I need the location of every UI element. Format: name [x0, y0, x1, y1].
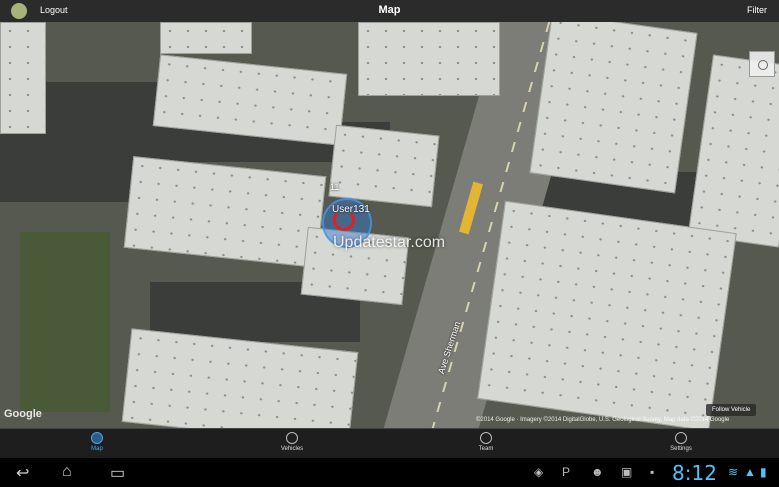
building-roof	[121, 328, 359, 428]
building-roof	[328, 124, 440, 208]
bottom-tab-bar: Map Vehicles Team Settings	[0, 428, 779, 459]
app-header: Logout Map Filter	[0, 0, 779, 22]
tab-settings[interactable]: Settings	[651, 432, 711, 452]
settings-icon	[675, 432, 687, 444]
building-roof	[160, 22, 252, 54]
clock: 8:12	[672, 461, 717, 485]
wifi-icon: ≋	[728, 465, 739, 479]
home-icon[interactable]: ⌂	[62, 463, 72, 481]
follow-vehicle-button[interactable]: Follow Vehicle	[706, 404, 757, 416]
briefcase-icon: ▪	[650, 465, 655, 479]
location-icon: ◈	[534, 465, 544, 479]
battery-icon: ▮	[760, 465, 767, 479]
back-icon[interactable]: ↩	[16, 463, 29, 483]
vegetation-area	[20, 232, 110, 412]
tab-team[interactable]: Team	[456, 432, 516, 452]
tab-vehicles[interactable]: Vehicles	[262, 432, 322, 452]
filter-button[interactable]: Filter	[747, 5, 767, 15]
watermark: Updatestar.com	[333, 234, 446, 251]
tab-map[interactable]: Map	[67, 432, 127, 452]
my-location-button[interactable]	[749, 51, 775, 77]
android-icon: ☻	[591, 465, 604, 479]
page-title: Map	[378, 4, 401, 16]
building-roof	[687, 54, 779, 248]
system-nav-bar: ↩ ⌂ ▭ ◈ P ☻ ▣ ▪ 8:12 ≋ ▲ ▮	[0, 458, 779, 487]
cluster-count: 11	[330, 182, 340, 192]
building-roof	[123, 156, 327, 268]
building-roof	[529, 22, 698, 194]
recent-apps-icon[interactable]: ▭	[110, 463, 125, 483]
team-icon	[480, 432, 492, 444]
signal-icon: ▲	[744, 465, 756, 479]
crosshair-icon	[758, 60, 768, 70]
map-copyright: ©2014 Google · Imagery ©2014 DigitalGlob…	[476, 417, 730, 423]
map-icon	[91, 432, 103, 444]
building-roof	[358, 22, 500, 96]
building-roof	[0, 22, 46, 134]
gallery-icon: ▣	[621, 465, 633, 479]
vehicle-icon	[286, 432, 298, 444]
satellite-map[interactable]: Ave Sherman 11 User131 Updatestar.com Fo…	[0, 22, 779, 428]
parking-icon: P	[562, 465, 571, 479]
user-label[interactable]: User131	[332, 204, 370, 215]
google-logo: Google	[4, 408, 42, 420]
building-roof	[477, 200, 737, 428]
